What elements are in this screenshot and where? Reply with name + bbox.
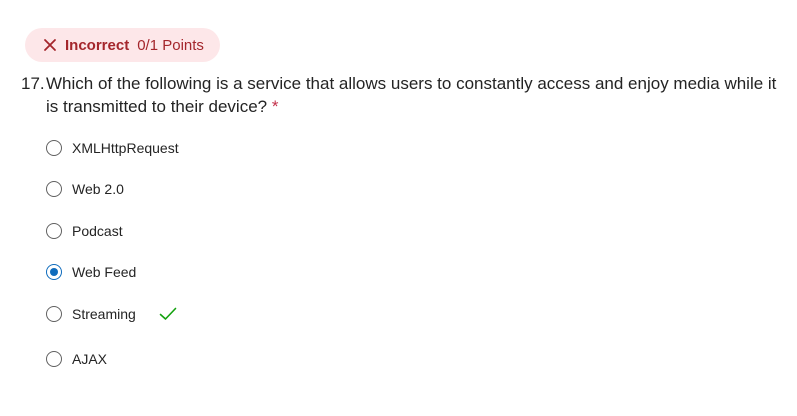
option-podcast[interactable]: Podcast (46, 221, 123, 241)
radio-button-selected[interactable] (46, 264, 62, 280)
option-label: AJAX (72, 351, 108, 367)
result-status: Incorrect (65, 36, 130, 54)
close-icon (43, 38, 57, 52)
option-label: Streaming (72, 306, 136, 322)
radio-button[interactable] (46, 181, 62, 197)
question-number: 17. (21, 74, 45, 93)
question: 17. Which of the following is a service … (21, 72, 781, 118)
question-text-block: Which of the following is a service that… (46, 72, 781, 118)
option-web-feed[interactable]: Web Feed (46, 262, 136, 282)
option-xmlhttprequest[interactable]: XMLHttpRequest (46, 138, 179, 158)
result-points: 0/1 Points (137, 36, 204, 54)
option-label: Web 2.0 (72, 181, 124, 197)
radio-button[interactable] (46, 223, 62, 239)
radio-button[interactable] (46, 351, 62, 367)
option-label: XMLHttpRequest (72, 140, 179, 156)
option-label: Podcast (72, 223, 123, 239)
result-badge: Incorrect 0/1 Points (25, 28, 220, 62)
option-label: Web Feed (72, 264, 137, 280)
checkmark-icon (159, 307, 177, 321)
option-ajax[interactable]: AJAX (46, 349, 107, 369)
required-marker: * (271, 97, 279, 116)
radio-button[interactable] (46, 306, 62, 322)
question-text: Which of the following is a service that… (46, 74, 777, 116)
option-streaming[interactable]: Streaming (46, 304, 177, 324)
radio-button[interactable] (46, 140, 62, 156)
option-web-2-0[interactable]: Web 2.0 (46, 179, 124, 199)
